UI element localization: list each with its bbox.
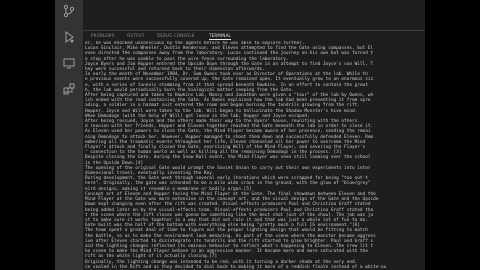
activity-bar xyxy=(55,0,83,270)
tab-debug-console[interactable]: DEBUG CONSOLE xyxy=(157,33,195,39)
run-debug-icon[interactable] xyxy=(61,30,77,46)
terminal-line: the battle, so as to make the environmen… xyxy=(85,233,376,239)
tab-output[interactable]: OUTPUT xyxy=(127,33,145,39)
remote-explorer-icon[interactable] xyxy=(61,56,77,72)
tab-terminal[interactable]: TERMINAL xyxy=(209,33,231,40)
vscode-window: PROBLEMS OUTPUT DEBUG CONSOLE TERMINAL e… xyxy=(55,0,425,270)
panel-tab-bar: PROBLEMS OUTPUT DEBUG CONSOLE TERMINAL xyxy=(83,30,425,41)
extensions-icon[interactable] xyxy=(61,82,77,98)
source-control-icon[interactable] xyxy=(61,4,77,20)
tab-problems[interactable]: PROBLEMS xyxy=(91,33,114,39)
terminal-output[interactable]: er, he was knocked unconscious by the ag… xyxy=(83,41,425,270)
editor-area[interactable] xyxy=(83,0,425,30)
